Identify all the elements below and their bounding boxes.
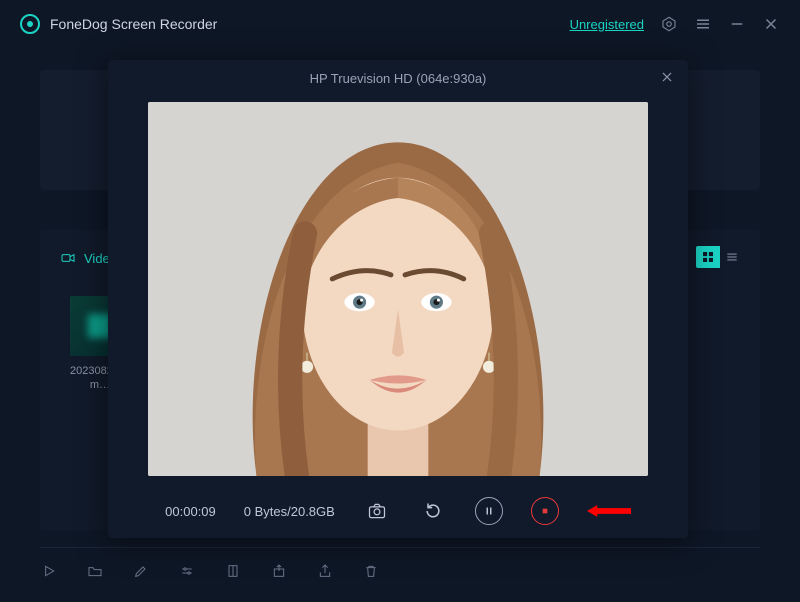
annotation-arrow-icon (587, 503, 631, 519)
modal-camera-name: HP Truevision HD (064e:930a) (310, 71, 487, 86)
restart-button[interactable] (419, 497, 447, 525)
titlebar-left: FoneDog Screen Recorder (20, 14, 217, 34)
titlebar-right: Unregistered (570, 15, 780, 33)
export-icon[interactable] (270, 562, 288, 580)
close-icon[interactable] (762, 15, 780, 33)
view-toggle (696, 246, 744, 268)
folder-icon[interactable] (86, 562, 104, 580)
webcam-preview (148, 102, 648, 476)
elapsed-time: 00:00:09 (165, 504, 216, 519)
size-info: 0 Bytes/20.8GB (244, 504, 335, 519)
unregistered-link[interactable]: Unregistered (570, 17, 644, 32)
snapshot-button[interactable] (363, 497, 391, 525)
compress-icon[interactable] (224, 562, 242, 580)
titlebar: FoneDog Screen Recorder Unregistered (0, 0, 800, 48)
modal-controls: 00:00:09 0 Bytes/20.8GB (108, 484, 688, 538)
app-title: FoneDog Screen Recorder (50, 16, 217, 32)
grid-view-button[interactable] (696, 246, 720, 268)
share-icon[interactable] (316, 562, 334, 580)
stop-button[interactable] (531, 497, 559, 525)
trash-icon[interactable] (362, 562, 380, 580)
pause-button[interactable] (475, 497, 503, 525)
play-icon[interactable] (40, 562, 58, 580)
modal-close-icon[interactable] (660, 70, 674, 84)
edit-icon[interactable] (132, 562, 150, 580)
modal-header: HP Truevision HD (064e:930a) (108, 60, 688, 96)
list-view-button[interactable] (720, 246, 744, 268)
app-logo-icon (20, 14, 40, 34)
minimize-icon[interactable] (728, 15, 746, 33)
webcam-modal: HP Truevision HD (064e:930a) (108, 60, 688, 538)
bottom-toolbar (40, 547, 760, 580)
settings-icon[interactable] (660, 15, 678, 33)
menu-icon[interactable] (694, 15, 712, 33)
sliders-icon[interactable] (178, 562, 196, 580)
